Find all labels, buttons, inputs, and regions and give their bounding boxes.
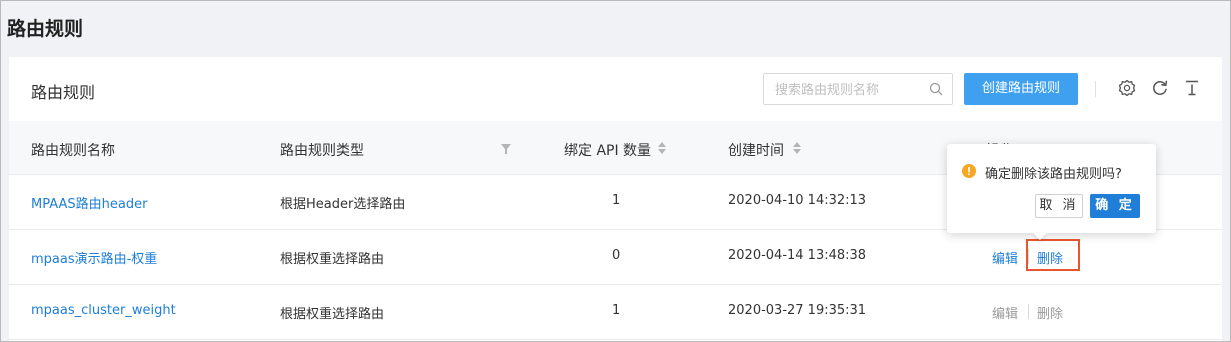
card-title: 路由规则 [31, 83, 96, 102]
created-time: 2020-04-10 14:32:13 [728, 193, 867, 208]
filter-icon[interactable] [501, 144, 511, 154]
column-header-type: 路由规则类型 [280, 143, 364, 159]
table-row: mpaas_cluster_weight 根据权重选择路由 1 2020-03-… [9, 285, 1222, 340]
search-icon[interactable] [929, 82, 943, 96]
action-divider [1028, 304, 1029, 319]
cancel-button[interactable]: 取 消 [1035, 194, 1083, 218]
gear-icon[interactable] [1118, 79, 1136, 97]
delete-confirm-popover: 确定删除该路由规则吗? 取 消 确 定 [947, 144, 1156, 241]
column-header-created: 创建时间 [728, 143, 784, 159]
search-input[interactable] [775, 80, 925, 100]
refresh-icon[interactable] [1151, 79, 1169, 97]
confirm-message: 确定删除该路由规则吗? [985, 167, 1122, 182]
sort-icon[interactable] [793, 142, 801, 154]
warning-icon [962, 164, 976, 178]
created-time: 2020-04-14 13:48:38 [728, 248, 867, 263]
rule-type: 根据权重选择路由 [280, 252, 385, 267]
search-box[interactable] [763, 73, 953, 105]
edit-link[interactable]: 编辑 [992, 248, 1018, 267]
page-title: 路由规则 [7, 18, 84, 40]
delete-link[interactable]: 删除 [1037, 248, 1063, 267]
create-rule-button[interactable]: 创建路由规则 [964, 73, 1078, 105]
rule-name-link[interactable]: MPAAS路由header [31, 193, 147, 212]
edit-link[interactable]: 编辑 [992, 303, 1018, 322]
column-header-api-count: 绑定 API 数量 [564, 143, 652, 159]
api-count: 1 [612, 303, 621, 318]
api-count: 0 [612, 248, 621, 263]
created-time: 2020-03-27 19:35:31 [728, 303, 867, 318]
rule-type: 根据Header选择路由 [280, 197, 406, 212]
sort-icon[interactable] [658, 142, 666, 154]
api-count: 1 [612, 193, 621, 208]
rule-name-link[interactable]: mpaas演示路由-权重 [31, 248, 157, 267]
export-icon[interactable] [1183, 79, 1201, 97]
rule-type: 根据权重选择路由 [280, 307, 385, 322]
rules-card: 路由规则 创建路由规则 路由规则名称 路由规则类型 绑定 API 数量 创建时间 [9, 57, 1222, 341]
rule-name-link[interactable]: mpaas_cluster_weight [31, 303, 176, 318]
confirm-button[interactable]: 确 定 [1090, 194, 1140, 218]
column-header-name: 路由规则名称 [31, 143, 115, 159]
delete-link[interactable]: 删除 [1037, 303, 1063, 322]
toolbar-divider [1095, 81, 1096, 97]
